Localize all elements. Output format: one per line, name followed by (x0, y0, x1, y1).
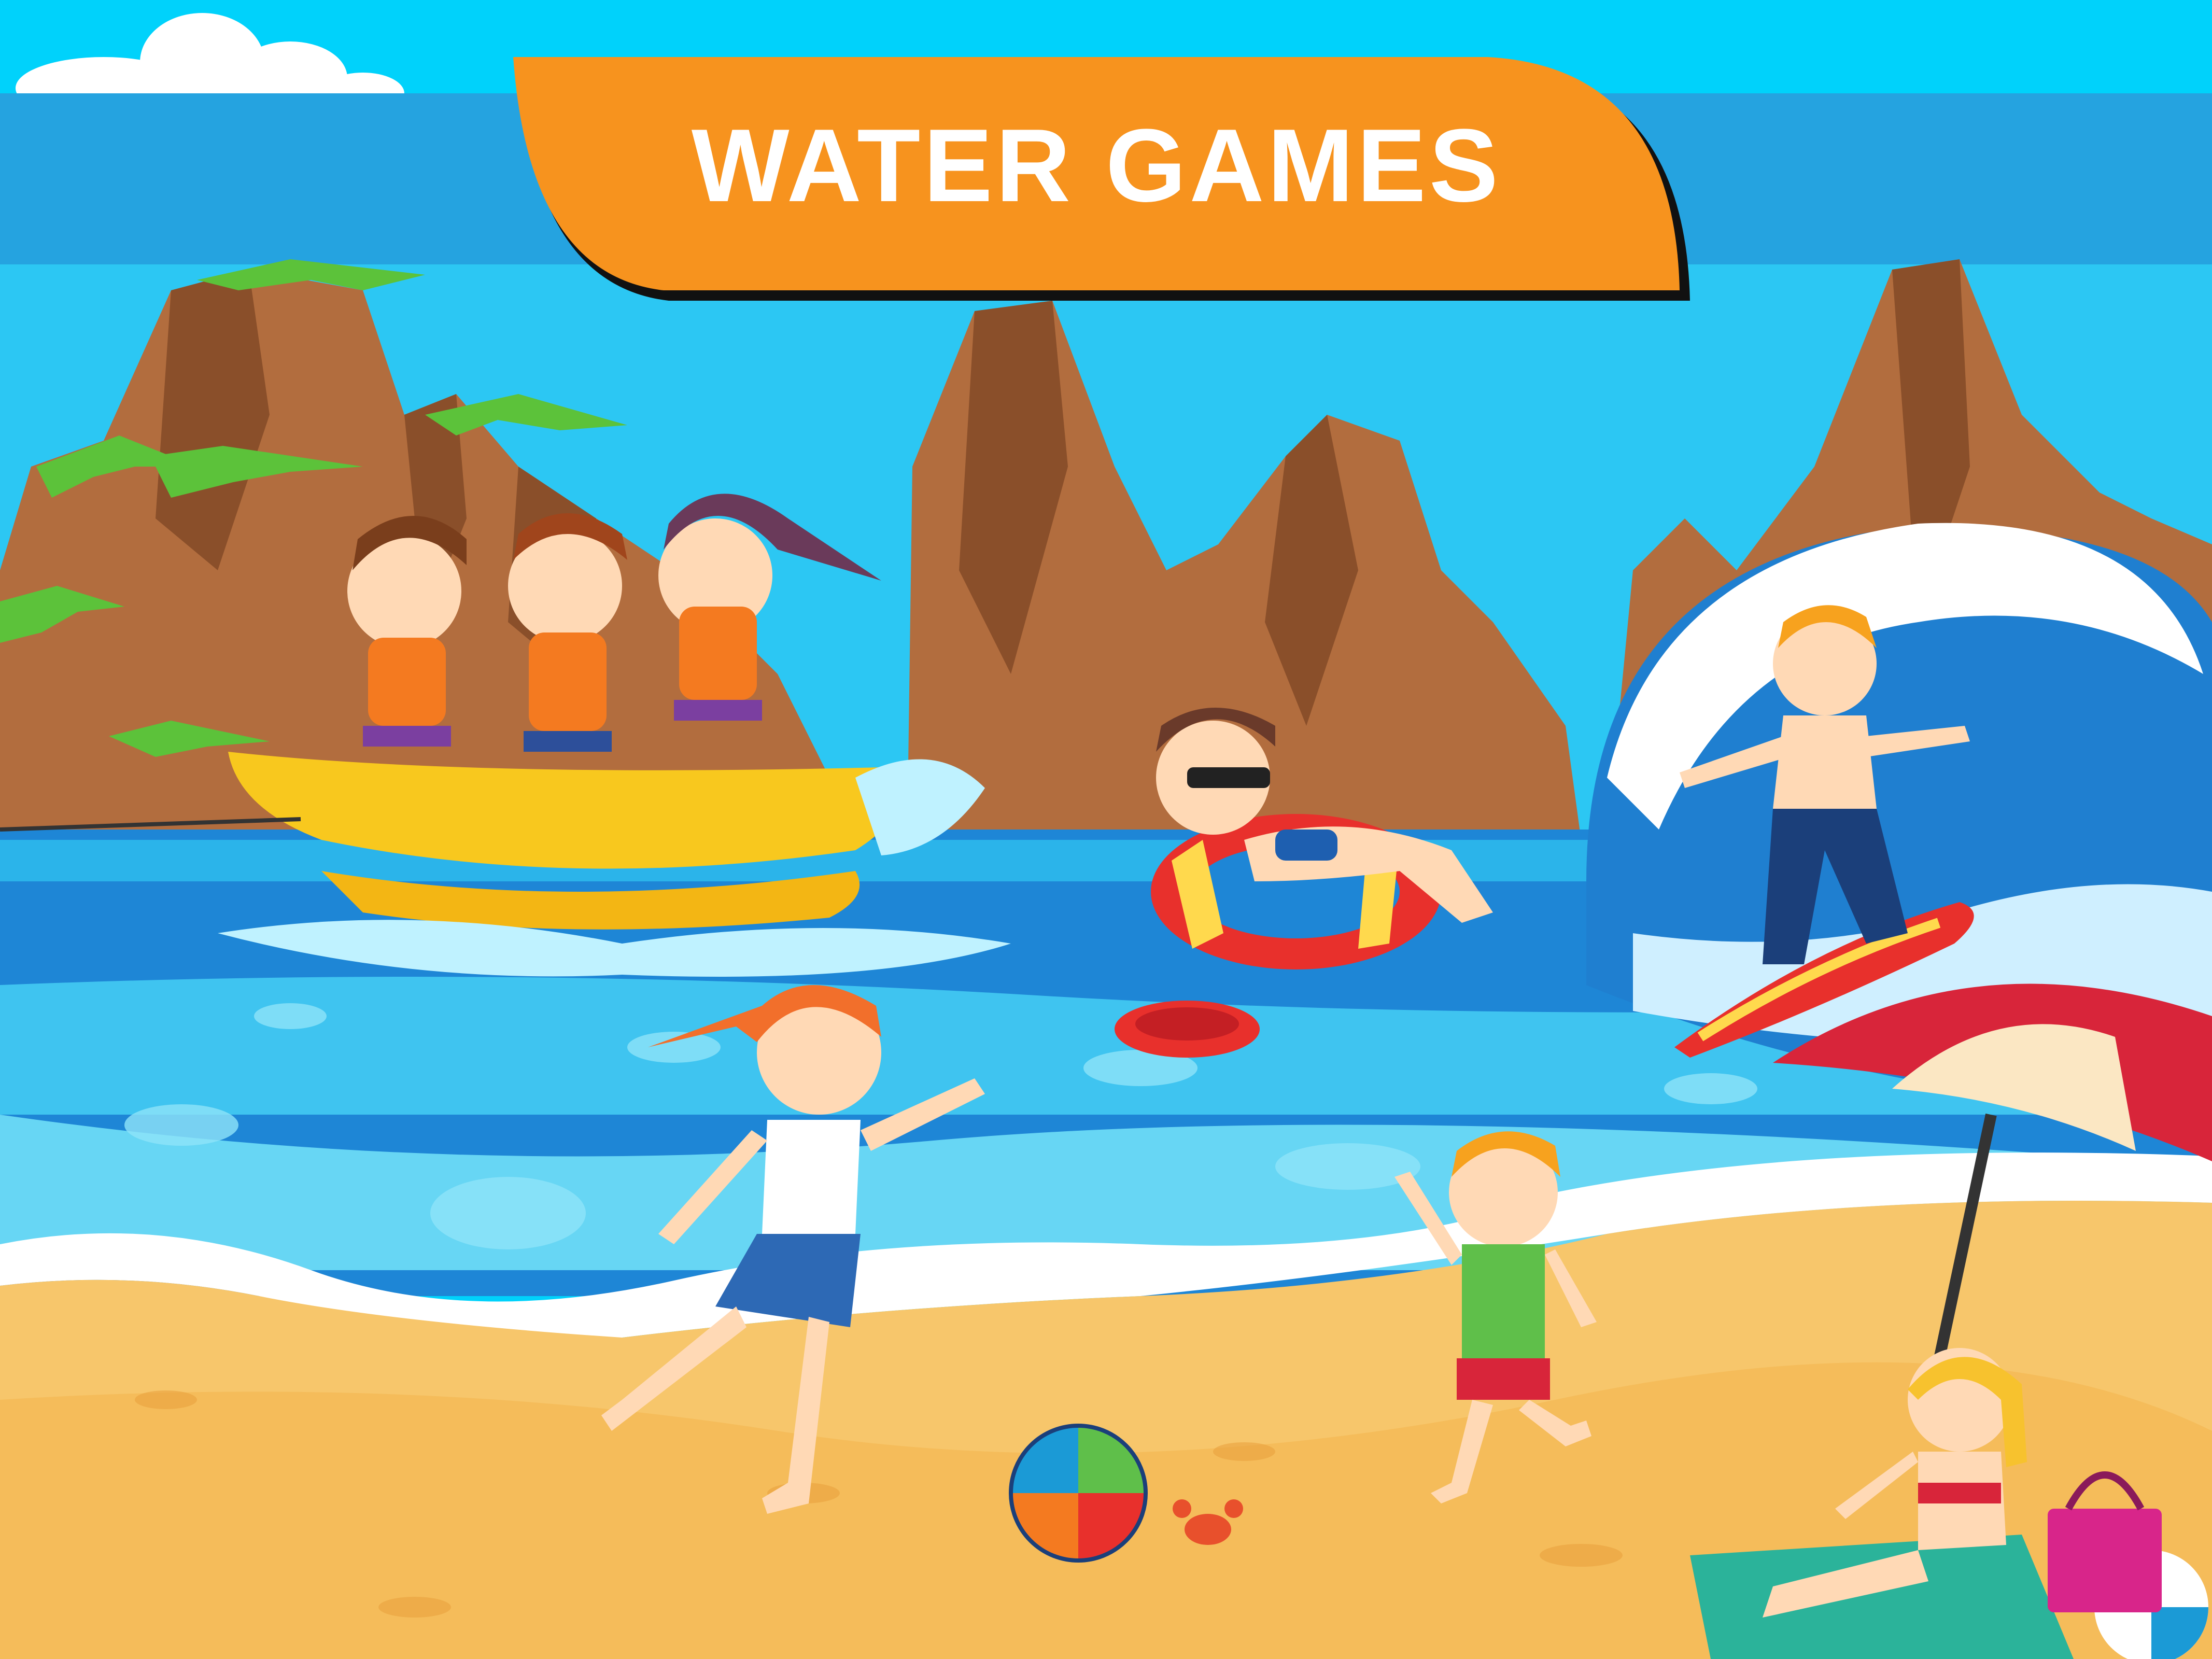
title-banner: WATER GAMES (513, 57, 1695, 301)
page-title: WATER GAMES (691, 108, 1502, 223)
frisbee (1115, 1001, 1260, 1058)
beach-towel (1690, 1535, 2074, 1659)
sunglasses-icon (1187, 767, 1270, 788)
beach-ball (1009, 1424, 1148, 1563)
